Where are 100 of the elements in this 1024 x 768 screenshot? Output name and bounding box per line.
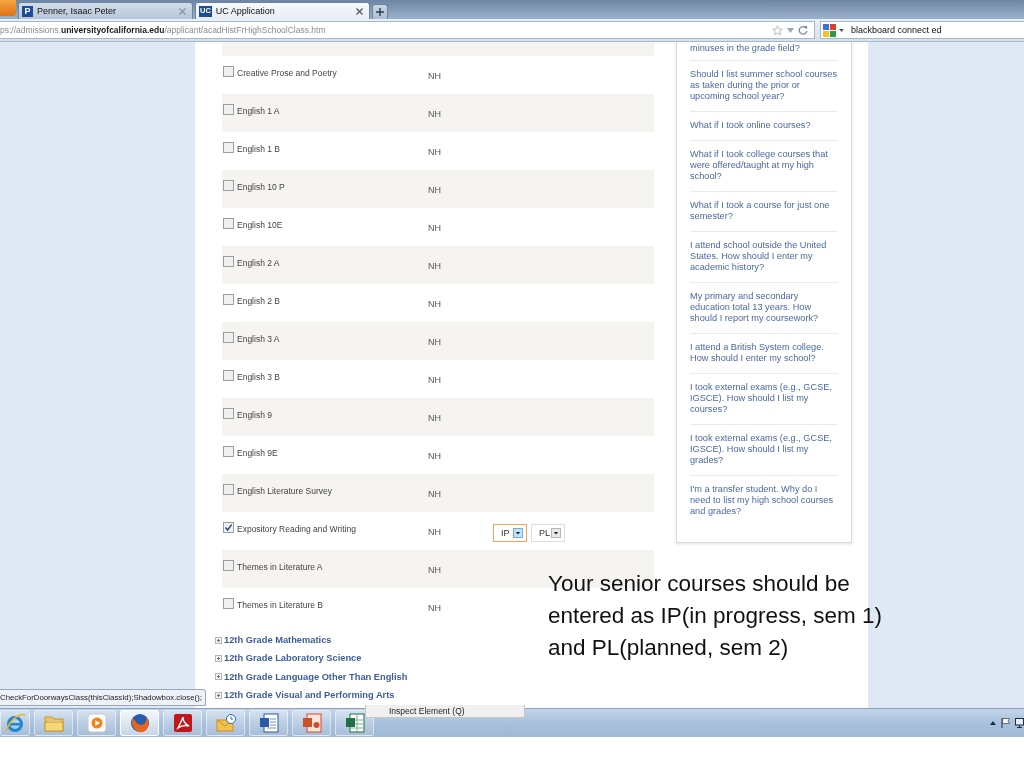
faq-link[interactable]: What if I took a course for just one semester? [690,200,838,222]
search-field[interactable]: blackboard connect ed [820,21,1024,39]
course-name: English 3 B [237,371,280,383]
grade-text: NH [428,526,442,538]
taskbar-button[interactable] [206,710,245,736]
address-field[interactable]: ps://admissions.universityofcalifornia.edu/applicant/acadHistFrHighSchoolClass.htm [0,21,815,39]
checkbox[interactable] [223,180,234,191]
site-logo: P [22,5,33,17]
checkbox[interactable] [223,446,234,457]
taskbar-button[interactable] [335,710,374,736]
checkbox[interactable] [223,522,234,533]
pdf-icon [171,712,194,734]
course-name: English 1 B [237,143,280,155]
grade-text: NH [428,108,442,120]
envelope-icon [214,712,237,734]
reload-icon[interactable] [798,25,808,35]
grade-text: NH [428,450,442,462]
checkbox[interactable] [223,142,234,153]
checkbox[interactable] [223,484,234,495]
grade-text: NH [428,488,442,500]
monitor-icon[interactable] [1015,718,1024,728]
grade-text: NH [428,602,442,614]
course-name: English 9E [237,447,278,459]
star-icon[interactable] [772,24,783,36]
checkbox[interactable] [223,560,234,571]
slides-icon [300,712,323,734]
status-select[interactable]: IP [493,524,527,542]
new-tab-button[interactable] [372,4,388,19]
course-name: English 3 A [237,333,280,345]
grade-text: NH [428,146,442,158]
plus-icon [376,8,384,16]
flag-icon[interactable] [1001,718,1010,728]
tiles-icon [823,23,836,37]
grade-text: NH [428,412,442,424]
checkbox[interactable] [223,332,234,343]
faq-link[interactable]: I attend school outside the United States. How should I enter my academic history? [690,240,838,273]
caret-icon [551,528,561,538]
faq-link[interactable]: I took external exams (e.g., GCSE, IGSCE). How should I list my courses? [690,382,838,415]
section-link[interactable]: 12th Grade Language Other Than English [224,671,408,682]
grade-text: NH [428,374,442,386]
course-name: English 2 A [237,257,280,269]
grade-text: NH [428,70,442,82]
faq-link[interactable]: What if I took online courses? [690,120,838,131]
course-name: English 10 P [237,181,285,193]
checkbox[interactable] [223,294,234,305]
checkbox[interactable] [223,370,234,381]
taskbar-button[interactable] [120,710,159,736]
grade-text: NH [428,184,442,196]
course-name: English 10E [237,219,283,231]
annotation-text: Your senior courses should be entered as IP(in progress, sem 1) and PL(planned, sem 2) [548,570,883,662]
url-text: ps://admissions.universityofcalifornia.edu/applicant/acadHistFrHighSchoolClass.htm [0,25,327,35]
course-name: English 1 A [237,105,280,117]
course-name: Creative Prose and Poetry [237,67,337,79]
menu-item[interactable]: Inspect Element (Q) [365,705,525,718]
close-icon [356,7,363,15]
caret-icon [513,528,523,538]
section-link[interactable]: 12th Grade Laboratory Science [224,653,362,664]
faq-link[interactable]: minuses in the grade field? [690,43,838,54]
taskbar-button[interactable] [163,710,202,736]
taskbar-button[interactable] [0,710,30,736]
course-name: English 9 [237,409,272,421]
play-icon [85,712,108,734]
course-name: Expository Reading and Writing [237,523,356,535]
checkbox[interactable] [223,598,234,609]
grade-text: NH [428,564,442,576]
browser-tab[interactable]: P Penner, Isaac Peter [18,2,193,19]
faq-link[interactable]: I took external exams (e.g., GCSE, IGSCE). How should I list my grades? [690,433,838,466]
checkbox[interactable] [223,256,234,267]
course-name: English Literature Survey [237,485,332,497]
checkbox[interactable] [223,218,234,229]
checkbox[interactable] [223,104,234,115]
faq-link[interactable]: I'm a transfer student. Why do I need to list my high school courses and grades? [690,484,838,517]
taskbar-button[interactable] [292,710,331,736]
close-icon [179,7,186,15]
menu-button[interactable] [0,0,16,16]
search-text: blackboard connect ed [851,25,942,35]
up-arrow-icon[interactable] [990,721,996,725]
faq-link[interactable]: My primary and secondary education total 13 years. How should I report my coursework? [690,291,838,324]
faq-link[interactable]: I attend a British System college. How should I enter my school? [690,342,838,364]
checkbox[interactable] [223,66,234,77]
document-icon [257,712,280,734]
checkbox[interactable] [223,408,234,419]
course-name: Themes in Literature B [237,599,323,611]
taskbar-button[interactable] [249,710,288,736]
faq-link[interactable]: Should I list summer school courses as taken during the prior or upcoming school year? [690,69,838,102]
course-name: Themes in Literature A [237,561,323,573]
globe-icon [128,712,151,734]
grade-text: NH [428,298,442,310]
grade-text: NH [428,222,442,234]
caret-icon [839,28,844,32]
caret-icon [787,27,794,33]
faq-link[interactable]: What if I took college courses that were offered/taught at my high school? [690,149,838,182]
section-link[interactable]: 12th Grade Visual and Performing Arts [224,690,395,701]
status-select[interactable]: PL [531,524,565,542]
spreadsheet-icon [343,712,366,734]
grade-text: NH [428,260,442,272]
course-name: English 2 B [237,295,280,307]
browser-logo-icon [4,712,26,734]
section-link[interactable]: 12th Grade Mathematics [224,635,332,646]
grade-text: NH [428,336,442,348]
